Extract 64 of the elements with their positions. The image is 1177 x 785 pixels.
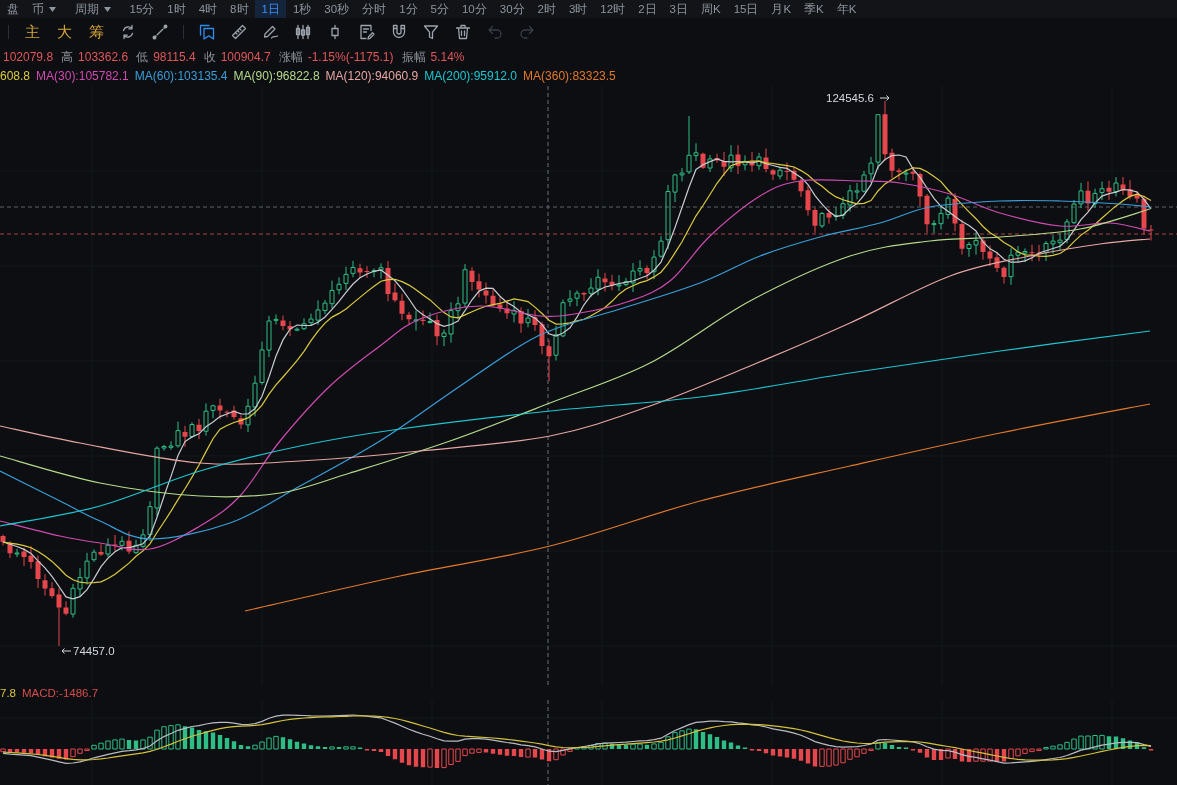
tab[interactable]: 3日 bbox=[663, 0, 695, 18]
tab[interactable]: 1秒 bbox=[286, 0, 318, 18]
dropdown-button[interactable]: 币 bbox=[25, 0, 62, 18]
tab[interactable]: 15分 bbox=[123, 0, 161, 18]
tab[interactable]: 12时 bbox=[593, 0, 632, 18]
undo-icon bbox=[487, 23, 503, 40]
quote-value: 102079.8 bbox=[3, 49, 54, 66]
tab[interactable]: 3时 bbox=[562, 0, 594, 18]
indicator-button[interactable]: 主 bbox=[20, 20, 44, 43]
tab[interactable]: 盘 bbox=[0, 0, 25, 18]
tab[interactable]: 30分 bbox=[493, 0, 532, 18]
tab[interactable]: 周K bbox=[694, 0, 728, 18]
tab[interactable]: 2日 bbox=[631, 0, 664, 18]
tab[interactable]: 4时 bbox=[192, 0, 224, 18]
quote-label: 低 bbox=[136, 49, 149, 66]
redo-icon bbox=[519, 23, 535, 40]
quote-label: 涨幅 bbox=[278, 49, 303, 66]
pen-icon bbox=[263, 23, 279, 40]
candlestick-icon bbox=[295, 23, 311, 40]
magnet-icon bbox=[391, 23, 407, 40]
quote-label: 振幅 bbox=[401, 49, 426, 66]
arrow-icon bbox=[879, 95, 890, 101]
tab[interactable]: 8时 bbox=[223, 0, 255, 18]
tab[interactable]: 10分 bbox=[455, 0, 494, 18]
indicator-button[interactable]: 筹 bbox=[84, 20, 108, 43]
moving-average-value: 608.8 bbox=[0, 68, 31, 85]
bookmark-icon bbox=[199, 23, 215, 40]
tab[interactable]: 分时 bbox=[355, 0, 393, 18]
tab[interactable]: 1分 bbox=[392, 0, 425, 18]
price-label: 74457.0 bbox=[73, 645, 115, 657]
tab[interactable]: 5分 bbox=[424, 0, 456, 18]
moving-average-value: MA(200):95912.0 bbox=[424, 68, 518, 85]
moving-average-value: MA(90):96822.8 bbox=[233, 68, 320, 85]
quote-value: 103362.6 bbox=[78, 49, 129, 66]
arrow-icon bbox=[61, 648, 72, 654]
tab[interactable]: 2时 bbox=[531, 0, 563, 18]
moving-average-value: MA(30):105782.1 bbox=[36, 68, 129, 85]
quote-value: 5.14% bbox=[430, 49, 465, 66]
document-edit-icon bbox=[359, 23, 375, 40]
moving-average-value: MA(120):94060.9 bbox=[325, 68, 419, 85]
dropdown-button[interactable]: 周期 bbox=[68, 0, 117, 18]
price-label: 124545.6 bbox=[826, 92, 874, 104]
trash-icon bbox=[455, 23, 471, 40]
tab[interactable]: 1日 bbox=[255, 0, 287, 18]
macd-value: MACD:-1486.7 bbox=[22, 686, 99, 700]
line-tool-icon bbox=[152, 23, 168, 40]
indicator-button[interactable]: 大 bbox=[52, 20, 76, 43]
tab[interactable]: 月K bbox=[764, 0, 798, 18]
moving-average-value: MA(60):103135.4 bbox=[134, 68, 228, 85]
tab[interactable]: 1时 bbox=[160, 0, 193, 18]
quote-value: 98115.4 bbox=[153, 49, 196, 66]
filter-icon bbox=[423, 23, 439, 40]
tab[interactable]: 年K bbox=[830, 0, 863, 18]
ruler-icon bbox=[231, 23, 247, 40]
moving-average-value: MA(360):83323.5 bbox=[523, 68, 616, 85]
quote-value: -1.15%(-1175.1) bbox=[307, 49, 394, 66]
macd-value: 7.8 bbox=[0, 686, 16, 700]
tab[interactable]: 季K bbox=[797, 0, 831, 18]
quote-label: 收 bbox=[203, 49, 216, 66]
tab[interactable]: 30秒 bbox=[317, 0, 356, 18]
refresh-icon bbox=[120, 23, 136, 40]
quote-label: 高 bbox=[61, 49, 74, 66]
quote-value: 100904.7 bbox=[220, 49, 271, 66]
tab[interactable]: 15日 bbox=[727, 0, 765, 18]
